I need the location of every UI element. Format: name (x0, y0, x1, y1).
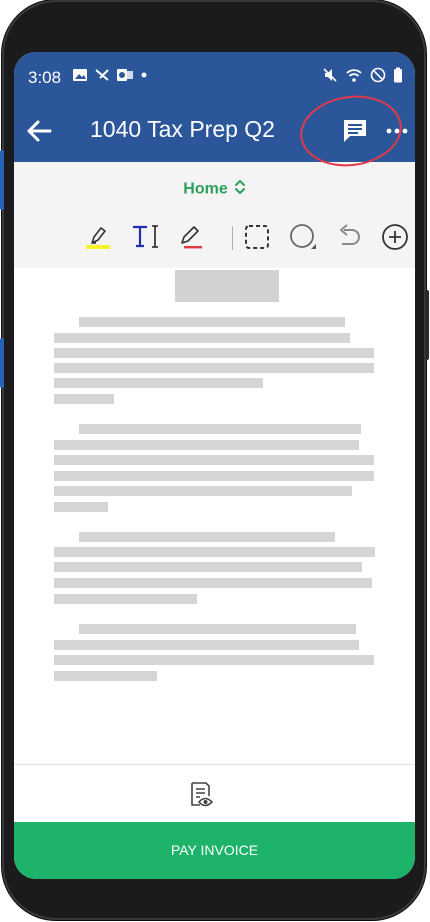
bottom-toolbar (14, 764, 415, 822)
text-line (54, 594, 197, 604)
text-line (54, 440, 359, 450)
wifi-icon (345, 67, 363, 88)
text-line (54, 671, 157, 681)
back-button[interactable] (24, 116, 54, 146)
shape-tool[interactable] (288, 222, 318, 252)
text-line (54, 333, 350, 343)
text-line (54, 502, 108, 512)
text-line (54, 363, 374, 373)
image-icon (72, 67, 88, 88)
text-box-tool[interactable] (130, 222, 160, 252)
side-button (425, 290, 429, 360)
highlighter-tool[interactable] (84, 222, 114, 252)
chevron-up-down-icon (234, 178, 246, 201)
shape-icon (290, 224, 316, 249)
text-line (54, 578, 372, 588)
arrow-left-icon (27, 120, 52, 142)
power-button (0, 338, 4, 388)
highlighter-icon (86, 227, 110, 249)
text-line (54, 348, 374, 358)
text-line (54, 486, 352, 496)
pen-icon (181, 226, 202, 249)
missed-call-icon (94, 67, 110, 88)
ribbon-toolbar: Home (14, 162, 415, 268)
text-line (54, 378, 263, 388)
volume-button (0, 150, 4, 210)
text-line (54, 455, 374, 465)
text-line (79, 624, 356, 634)
status-bar: 3:08 (14, 52, 415, 100)
text-line (54, 640, 359, 650)
document-header-block (175, 270, 279, 302)
text-line (79, 424, 361, 434)
reader-view-icon (191, 782, 214, 807)
battery-icon (393, 67, 403, 88)
screen: 3:08 1040 Tax Prep Q2 Home PAY INVOICE (14, 52, 415, 879)
add-icon (382, 224, 408, 250)
reader-view-button[interactable] (187, 779, 215, 809)
text-line (54, 394, 114, 404)
status-time: 3:08 (28, 68, 62, 87)
do-not-disturb-icon (370, 67, 386, 88)
selection-tool[interactable] (242, 222, 272, 252)
text-line (54, 471, 374, 481)
pen-tool[interactable] (176, 222, 206, 252)
undo-tool[interactable] (334, 222, 364, 252)
text-line (54, 547, 375, 557)
document-page[interactable] (14, 268, 415, 764)
text-line (54, 655, 374, 665)
text-line (54, 562, 362, 572)
tool-row (14, 222, 415, 262)
tab-label: Home (183, 180, 228, 198)
text-line (79, 317, 345, 327)
pay-invoice-button[interactable]: PAY INVOICE (14, 822, 415, 879)
add-tool[interactable] (380, 222, 410, 252)
undo-icon (340, 224, 360, 245)
selection-icon (245, 225, 269, 249)
dot-icon (140, 67, 148, 88)
document-title: 1040 Tax Prep Q2 (90, 116, 275, 142)
mute-icon (322, 67, 338, 88)
text-box-icon (133, 225, 158, 248)
tab-selector[interactable]: Home (14, 178, 415, 201)
tool-separator (232, 226, 233, 250)
text-line (79, 532, 335, 542)
outlook-icon (116, 67, 134, 88)
